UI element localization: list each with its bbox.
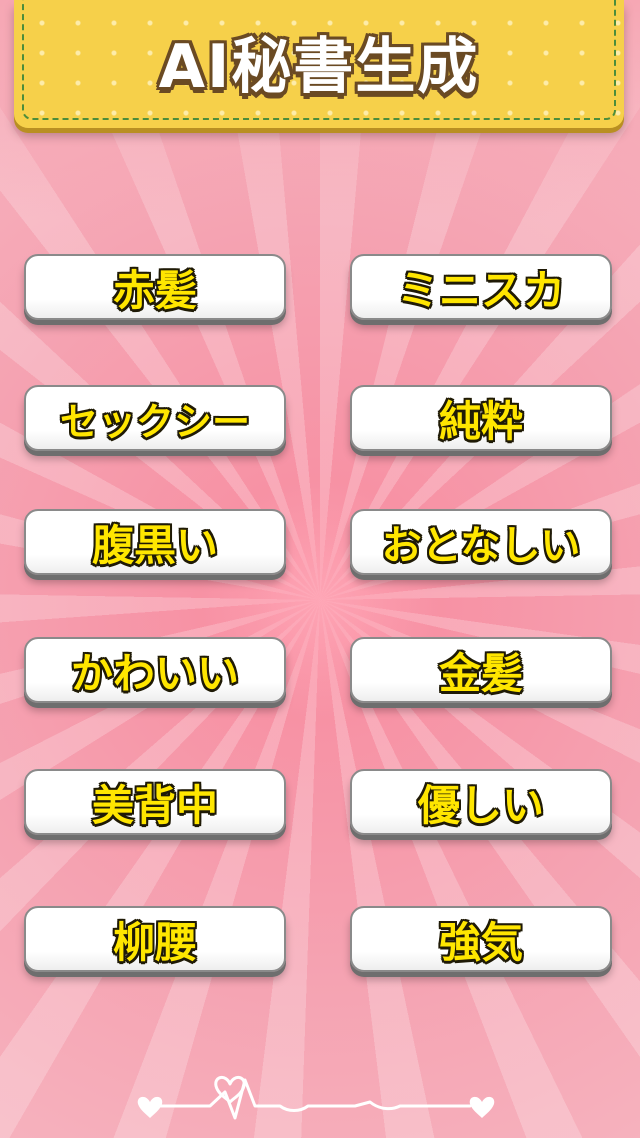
option-label: 美背中 — [91, 780, 218, 830]
option-label: 赤髪 — [112, 265, 197, 315]
option-label: 腹黒い — [91, 520, 218, 570]
option-label: 柳腰 — [112, 917, 197, 967]
option-button-scheming[interactable]: 腹黒い — [24, 509, 286, 575]
option-label: セックシー — [59, 399, 250, 444]
option-button-red-hair[interactable]: 赤髪 — [24, 254, 286, 320]
option-button-slender-waist[interactable]: 柳腰 — [24, 906, 286, 972]
option-label: 優しい — [417, 780, 544, 830]
option-button-miniskirt[interactable]: ミニスカ — [350, 254, 612, 320]
option-label: ミニスカ — [396, 265, 565, 315]
option-button-beautiful-back[interactable]: 美背中 — [24, 769, 286, 835]
option-button-cute[interactable]: かわいい — [24, 637, 286, 703]
option-button-sexy[interactable]: セックシー — [24, 385, 286, 451]
option-button-pure[interactable]: 純粋 — [350, 385, 612, 451]
option-button-assertive[interactable]: 強気 — [350, 906, 612, 972]
option-label: 純粋 — [438, 396, 523, 446]
option-label: 強気 — [438, 917, 523, 967]
option-label: 金髪 — [438, 648, 523, 698]
heart-line-icon — [137, 1076, 495, 1120]
option-grid: 赤髪 ミニスカ セックシー 純粋 腹黒い おとなしい かわいい 金髪 美背中 優… — [0, 0, 640, 1138]
option-button-quiet[interactable]: おとなしい — [350, 509, 612, 575]
option-button-blonde[interactable]: 金髪 — [350, 637, 612, 703]
option-label: おとなしい — [381, 523, 581, 569]
option-button-kind[interactable]: 優しい — [350, 769, 612, 835]
option-label: かわいい — [70, 648, 239, 698]
